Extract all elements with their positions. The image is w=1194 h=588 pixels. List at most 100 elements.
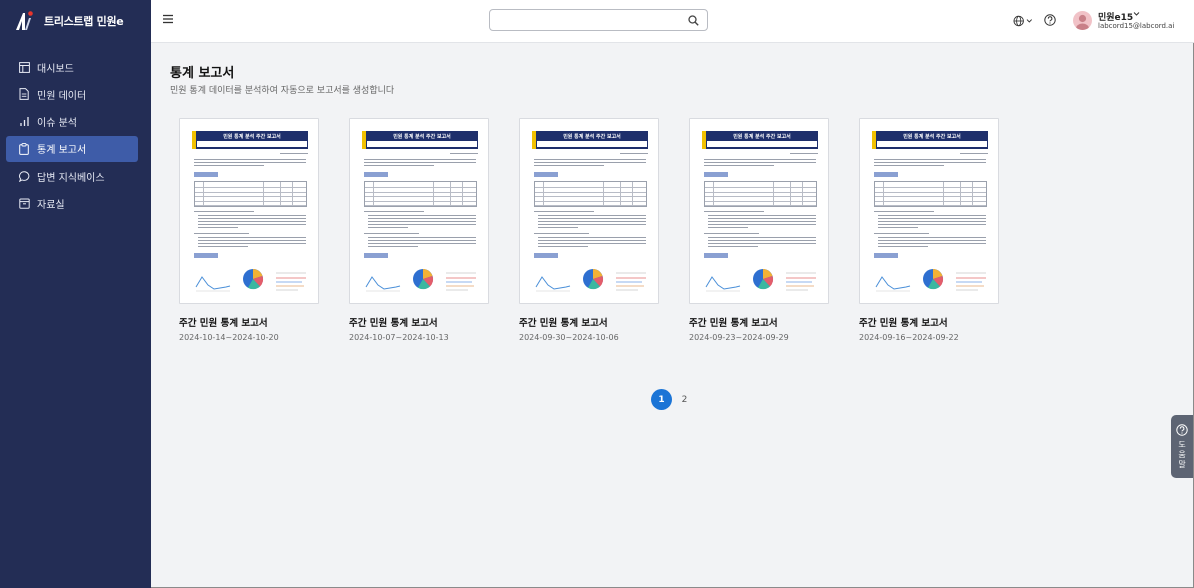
thumbnail-text-line [198,227,238,228]
report-title[interactable]: 주간 민원 통계 보고서 [179,315,268,329]
brand-logo-icon [16,11,33,30]
thumbnail-table-col-line [960,182,961,206]
thumbnail-text-line [368,243,476,244]
report-thumbnail[interactable]: 민원 통계 분석 주간 보고서 [689,118,829,304]
report-title[interactable]: 주간 민원 통계 보고서 [349,315,438,329]
thumbnail-table-row-line [365,187,476,188]
language-selector[interactable] [1013,14,1033,27]
thumbnail-line-chart [195,276,231,292]
thumbnail-text-line [364,162,476,163]
chevron-down-icon [1026,18,1033,23]
avatar[interactable] [1073,11,1092,30]
thumbnail-text-line [878,221,986,222]
report-thumbnail[interactable]: 민원 통계 분석 주간 보고서 [179,118,319,304]
thumbnail-text-line [198,215,306,216]
thumbnail-text-line [534,211,594,212]
thumbnail-doc-title: 민원 통계 분석 주간 보고서 [393,134,451,140]
thumbnail-text-line [368,215,476,216]
thumbnail-table-chart [276,272,306,291]
thumbnail-text-line [704,233,759,234]
thumbnail-table-row-line [705,196,816,197]
thumbnail-line-chart [705,276,741,292]
sidebar-item-statistics-report[interactable]: 통계 보고서 [6,135,138,162]
sidebar-item-complaint-data[interactable]: 민원 데이터 [6,81,138,107]
thumbnail-text-line [534,233,589,234]
user-icon [1076,14,1089,30]
thumbnail-text-line [364,211,424,212]
chevron-down-icon[interactable] [1133,11,1140,17]
thumbnail-text-line [280,153,308,154]
report-title[interactable]: 주간 민원 통계 보고서 [519,315,608,329]
thumbnail-text-line [790,153,818,154]
thumbnail-text-line [708,227,748,228]
thumbnail-table-col-line [943,182,944,206]
report-date-range: 2024-09-16~2024-09-22 [859,333,959,342]
thumbnail-table [194,181,307,207]
thumbnail-text-line [368,224,476,225]
thumbnail-text-line [878,215,986,216]
help-tab[interactable]: 도움말 [1171,415,1193,478]
thumbnail-text-line [198,246,248,247]
thumbnail-pie-chart [923,269,944,290]
pagination: 1 2 [651,389,697,410]
thumbnail-section-tag [534,172,558,177]
thumbnail-doc-title: 민원 통계 분석 주간 보고서 [903,134,961,140]
help-icon[interactable] [1044,14,1056,26]
page-button-2[interactable]: 2 [674,389,695,410]
thumbnail-table-row-line [195,191,306,192]
thumbnail-doc-header: 민원 통계 분석 주간 보고서 [192,131,308,149]
layout-icon [18,61,30,73]
brand[interactable]: 트리스트랩 민원e [14,10,124,32]
sidebar-item-archive[interactable]: 자료실 [6,190,138,216]
hamburger-menu-icon[interactable] [162,13,174,25]
report-thumbnail[interactable]: 민원 통계 분석 주간 보고서 [349,118,489,304]
sidebar-item-issue-analysis[interactable]: 이슈 분석 [6,109,138,135]
top-header: 민원e15 labcord15@labcord.ai [151,0,1194,43]
thumbnail-doc-header: 민원 통계 분석 주간 보고서 [362,131,478,149]
search-icon[interactable] [688,15,699,26]
thumbnail-text-line [878,237,986,238]
thumbnail-text-line [368,218,476,219]
thumbnail-text-line [194,233,249,234]
thumbnail-table-col-line [883,182,884,206]
search-input[interactable] [496,13,686,27]
thumbnail-table [364,181,477,207]
thumbnail-table-col-line [450,182,451,206]
thumbnail-text-line [874,165,944,166]
thumbnail-table-row-line [535,205,646,206]
thumbnail-table-chart [616,272,646,291]
sidebar-item-dashboard[interactable]: 대시보드 [6,54,138,80]
thumbnail-text-line [364,165,434,166]
thumbnail-text-line [874,211,934,212]
globe-icon [1013,15,1024,26]
thumbnail-text-line [878,227,918,228]
thumbnail-table-col-line [263,182,264,206]
thumbnail-text-line [194,159,306,160]
report-thumbnail[interactable]: 민원 통계 분석 주간 보고서 [519,118,659,304]
thumbnail-text-line [708,215,816,216]
thumbnail-text-line [368,221,476,222]
thumbnail-text-line [538,218,646,219]
thumbnail-text-line [708,240,816,241]
thumbnail-table-col-line [790,182,791,206]
thumbnail-text-line [538,227,578,228]
report-date-range: 2024-09-30~2024-10-06 [519,333,619,342]
thumbnail-text-line [708,221,816,222]
report-title[interactable]: 주간 민원 통계 보고서 [859,315,948,329]
thumbnail-text-line [538,246,588,247]
report-title[interactable]: 주간 민원 통계 보고서 [689,315,778,329]
sidebar-item-answer-knowledge-base[interactable]: 답변 지식베이스 [6,163,138,189]
thumbnail-table-row-line [195,200,306,201]
thumbnail-table-col-line [203,182,204,206]
thumbnail-text-line [538,221,646,222]
report-thumbnail[interactable]: 민원 통계 분석 주간 보고서 [859,118,999,304]
sidebar-item-label: 대시보드 [37,63,74,75]
document-icon [18,88,30,101]
thumbnail-text-line [538,224,646,225]
thumbnail-table-row-line [705,191,816,192]
sidebar-item-label: 민원 데이터 [37,90,87,102]
page-button-1[interactable]: 1 [651,389,672,410]
thumbnail-table-row-line [705,205,816,206]
thumbnail-table-row-line [875,196,986,197]
user-email: labcord15@labcord.ai [1098,22,1175,30]
